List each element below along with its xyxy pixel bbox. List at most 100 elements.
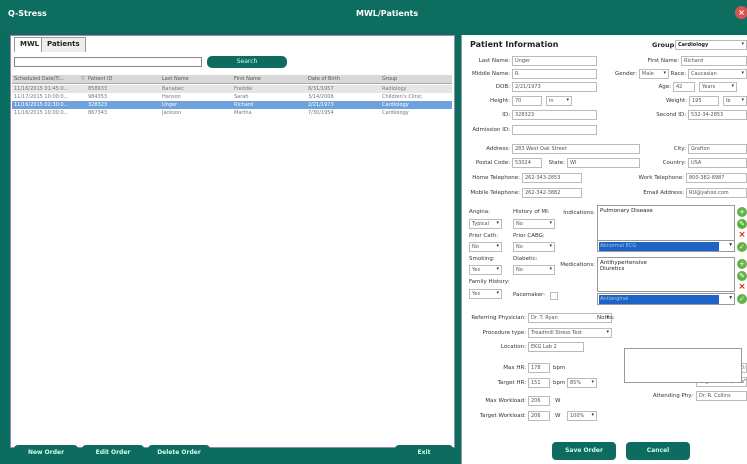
save-order-button[interactable]: Save Order (552, 442, 616, 460)
col-scheduled[interactable]: Scheduled Date/Ti... (14, 76, 64, 82)
tab-patients[interactable]: Patients (41, 37, 86, 52)
cancel-button[interactable]: Cancel (626, 442, 690, 460)
edit-medication-icon[interactable]: ✎ (737, 271, 747, 281)
height-field[interactable]: 70 (512, 96, 542, 106)
table-cell: Cardiology (382, 110, 409, 116)
last-name-field[interactable]: Unger (512, 56, 597, 66)
angina-field[interactable]: Typical (469, 219, 502, 229)
ref-phys-label: Referring Physician: (471, 315, 526, 321)
age-field[interactable]: 42 (673, 82, 695, 92)
hist-mi-field[interactable]: No (513, 219, 555, 229)
height-unit-field[interactable]: in (546, 96, 572, 106)
targetwl-field[interactable]: 206 (528, 411, 550, 421)
remove-indication-icon[interactable]: × (737, 230, 747, 240)
prior-cabg-label: Prior CABG: (513, 233, 545, 239)
postal-field[interactable]: 53024 (512, 158, 542, 168)
indications-list[interactable]: Pulmonary Disease (597, 205, 735, 243)
sort-desc-icon: ▽ (81, 76, 85, 82)
group-select[interactable]: Cardiology (675, 40, 747, 50)
age-label: Age: (658, 84, 672, 90)
race-field[interactable]: Caucasian (688, 69, 747, 79)
work-tel-field[interactable]: 800-382-8987 (686, 173, 747, 183)
close-icon[interactable]: × (735, 6, 747, 19)
targethr-pct-field[interactable]: 85% (567, 378, 597, 388)
edit-order-button[interactable]: Edit Order (82, 445, 144, 461)
country-field[interactable]: USA (688, 158, 747, 168)
weight-unit-field[interactable]: lb (723, 96, 747, 106)
indications-select[interactable]: Abnormal ECG ▾ (597, 240, 735, 252)
table-cell: 3/14/2006 (308, 94, 334, 100)
bpm: bpm (553, 365, 566, 371)
table-cell: Martha (234, 110, 252, 116)
address-field[interactable]: 283 West Oak Street (512, 144, 640, 154)
indication-item[interactable]: Pulmonary Disease (600, 208, 732, 214)
col-last-name[interactable]: Last Name (162, 76, 189, 82)
search-button[interactable]: Search (207, 56, 287, 68)
second-id-field[interactable]: 532-34-2853 (688, 110, 747, 120)
chevron-down-icon: ▾ (729, 295, 732, 301)
smoking-label: Smoking: (469, 256, 495, 262)
mobile-tel-label: Mobile Telephone: (470, 190, 520, 196)
table-row[interactable]: 11/17/2015 10:00:0... 984353 Hanson Sarah 3/… (12, 93, 452, 101)
dob-label: DOB: (495, 84, 510, 90)
medications-list[interactable]: Antihypertensive Diuretics (597, 257, 735, 292)
gender-field[interactable]: Male (639, 69, 669, 79)
medications-select[interactable]: Antianginal ▾ (597, 293, 735, 305)
search-input[interactable] (14, 57, 202, 67)
state-field[interactable]: WI (567, 158, 640, 168)
id-field[interactable]: 328323 (512, 110, 597, 120)
indications-selected[interactable]: Abnormal ECG (599, 242, 719, 251)
remove-medication-icon[interactable]: × (737, 282, 747, 292)
table-row[interactable]: 11/16/2015 02:30:0... 328323 Unger Richard 2… (12, 101, 452, 109)
edit-indication-icon[interactable]: ✎ (737, 219, 747, 229)
mobile-tel-field[interactable]: 262-342-3882 (522, 188, 582, 198)
location-field[interactable]: EKG Lab 2 (528, 342, 584, 352)
attending-field[interactable]: Dr. R. Collins (696, 391, 747, 401)
prior-cath-field[interactable]: No (469, 242, 502, 252)
targetwl-pct-field[interactable]: 100% (567, 411, 597, 421)
medication-item[interactable]: Diuretics (600, 266, 732, 272)
delete-order-button[interactable]: Delete Order (148, 445, 210, 461)
admission-id-field[interactable] (512, 125, 597, 135)
first-name-field[interactable]: Richard (681, 56, 747, 66)
table-cell: 328323 (88, 102, 108, 108)
group-label: Group (652, 41, 675, 49)
dob-field[interactable]: 2/21/1973 (512, 82, 597, 92)
prior-cabg-field[interactable]: No (513, 242, 555, 252)
table-cell: Children's Clinic (382, 94, 422, 100)
table-row[interactable]: 11/16/2015 10:00:0... 867343 Jackson Martha… (12, 109, 452, 117)
col-group[interactable]: Group (382, 76, 397, 82)
medications-selected[interactable]: Antianginal (599, 295, 719, 304)
exit-button[interactable]: Exit (395, 445, 453, 461)
proc-field[interactable]: Treadmill Stress Test (528, 328, 612, 338)
smoking-field[interactable]: Yes (469, 265, 502, 275)
weight-label: Weight: (665, 98, 687, 104)
home-tel-field[interactable]: 262-343-2853 (522, 173, 582, 183)
email-field[interactable]: RU@yahoo.com (686, 188, 747, 198)
notes-area[interactable] (624, 348, 742, 383)
table-row[interactable]: 11/16/2015 01:45:0... 858933 Banabec Freddi… (12, 85, 452, 93)
new-order-button[interactable]: New Order (14, 445, 78, 461)
confirm-indication-icon[interactable]: ✓ (737, 242, 747, 252)
col-dob[interactable]: Date of Birth (308, 76, 340, 82)
targethr-field[interactable]: 151 (528, 378, 550, 388)
add-indication-icon[interactable]: + (737, 207, 747, 217)
col-first-name[interactable]: First Name (234, 76, 261, 82)
col-patient-id[interactable]: Patient ID (88, 76, 112, 82)
age-unit-field[interactable]: Years (699, 82, 737, 92)
middle-name-field[interactable]: R. (512, 69, 597, 79)
hist-mi-label: History of MI: (513, 209, 550, 215)
maxwl-field[interactable]: 206 (528, 396, 550, 406)
confirm-medication-icon[interactable]: ✓ (737, 294, 747, 304)
race-label: Race: (670, 71, 686, 77)
maxhr-field[interactable]: 178 (528, 363, 550, 373)
diabetic-field[interactable]: No (513, 265, 555, 275)
angina-label: Angina: (469, 209, 490, 215)
middle-name-label: Middle Name: (472, 71, 510, 77)
family-field[interactable]: Yes (469, 289, 502, 299)
weight-field[interactable]: 195 (689, 96, 719, 106)
pacemaker-checkbox[interactable] (550, 292, 558, 300)
city-field[interactable]: Grafton (688, 144, 747, 154)
add-medication-icon[interactable]: + (737, 259, 747, 269)
table-cell: 867343 (88, 110, 108, 116)
